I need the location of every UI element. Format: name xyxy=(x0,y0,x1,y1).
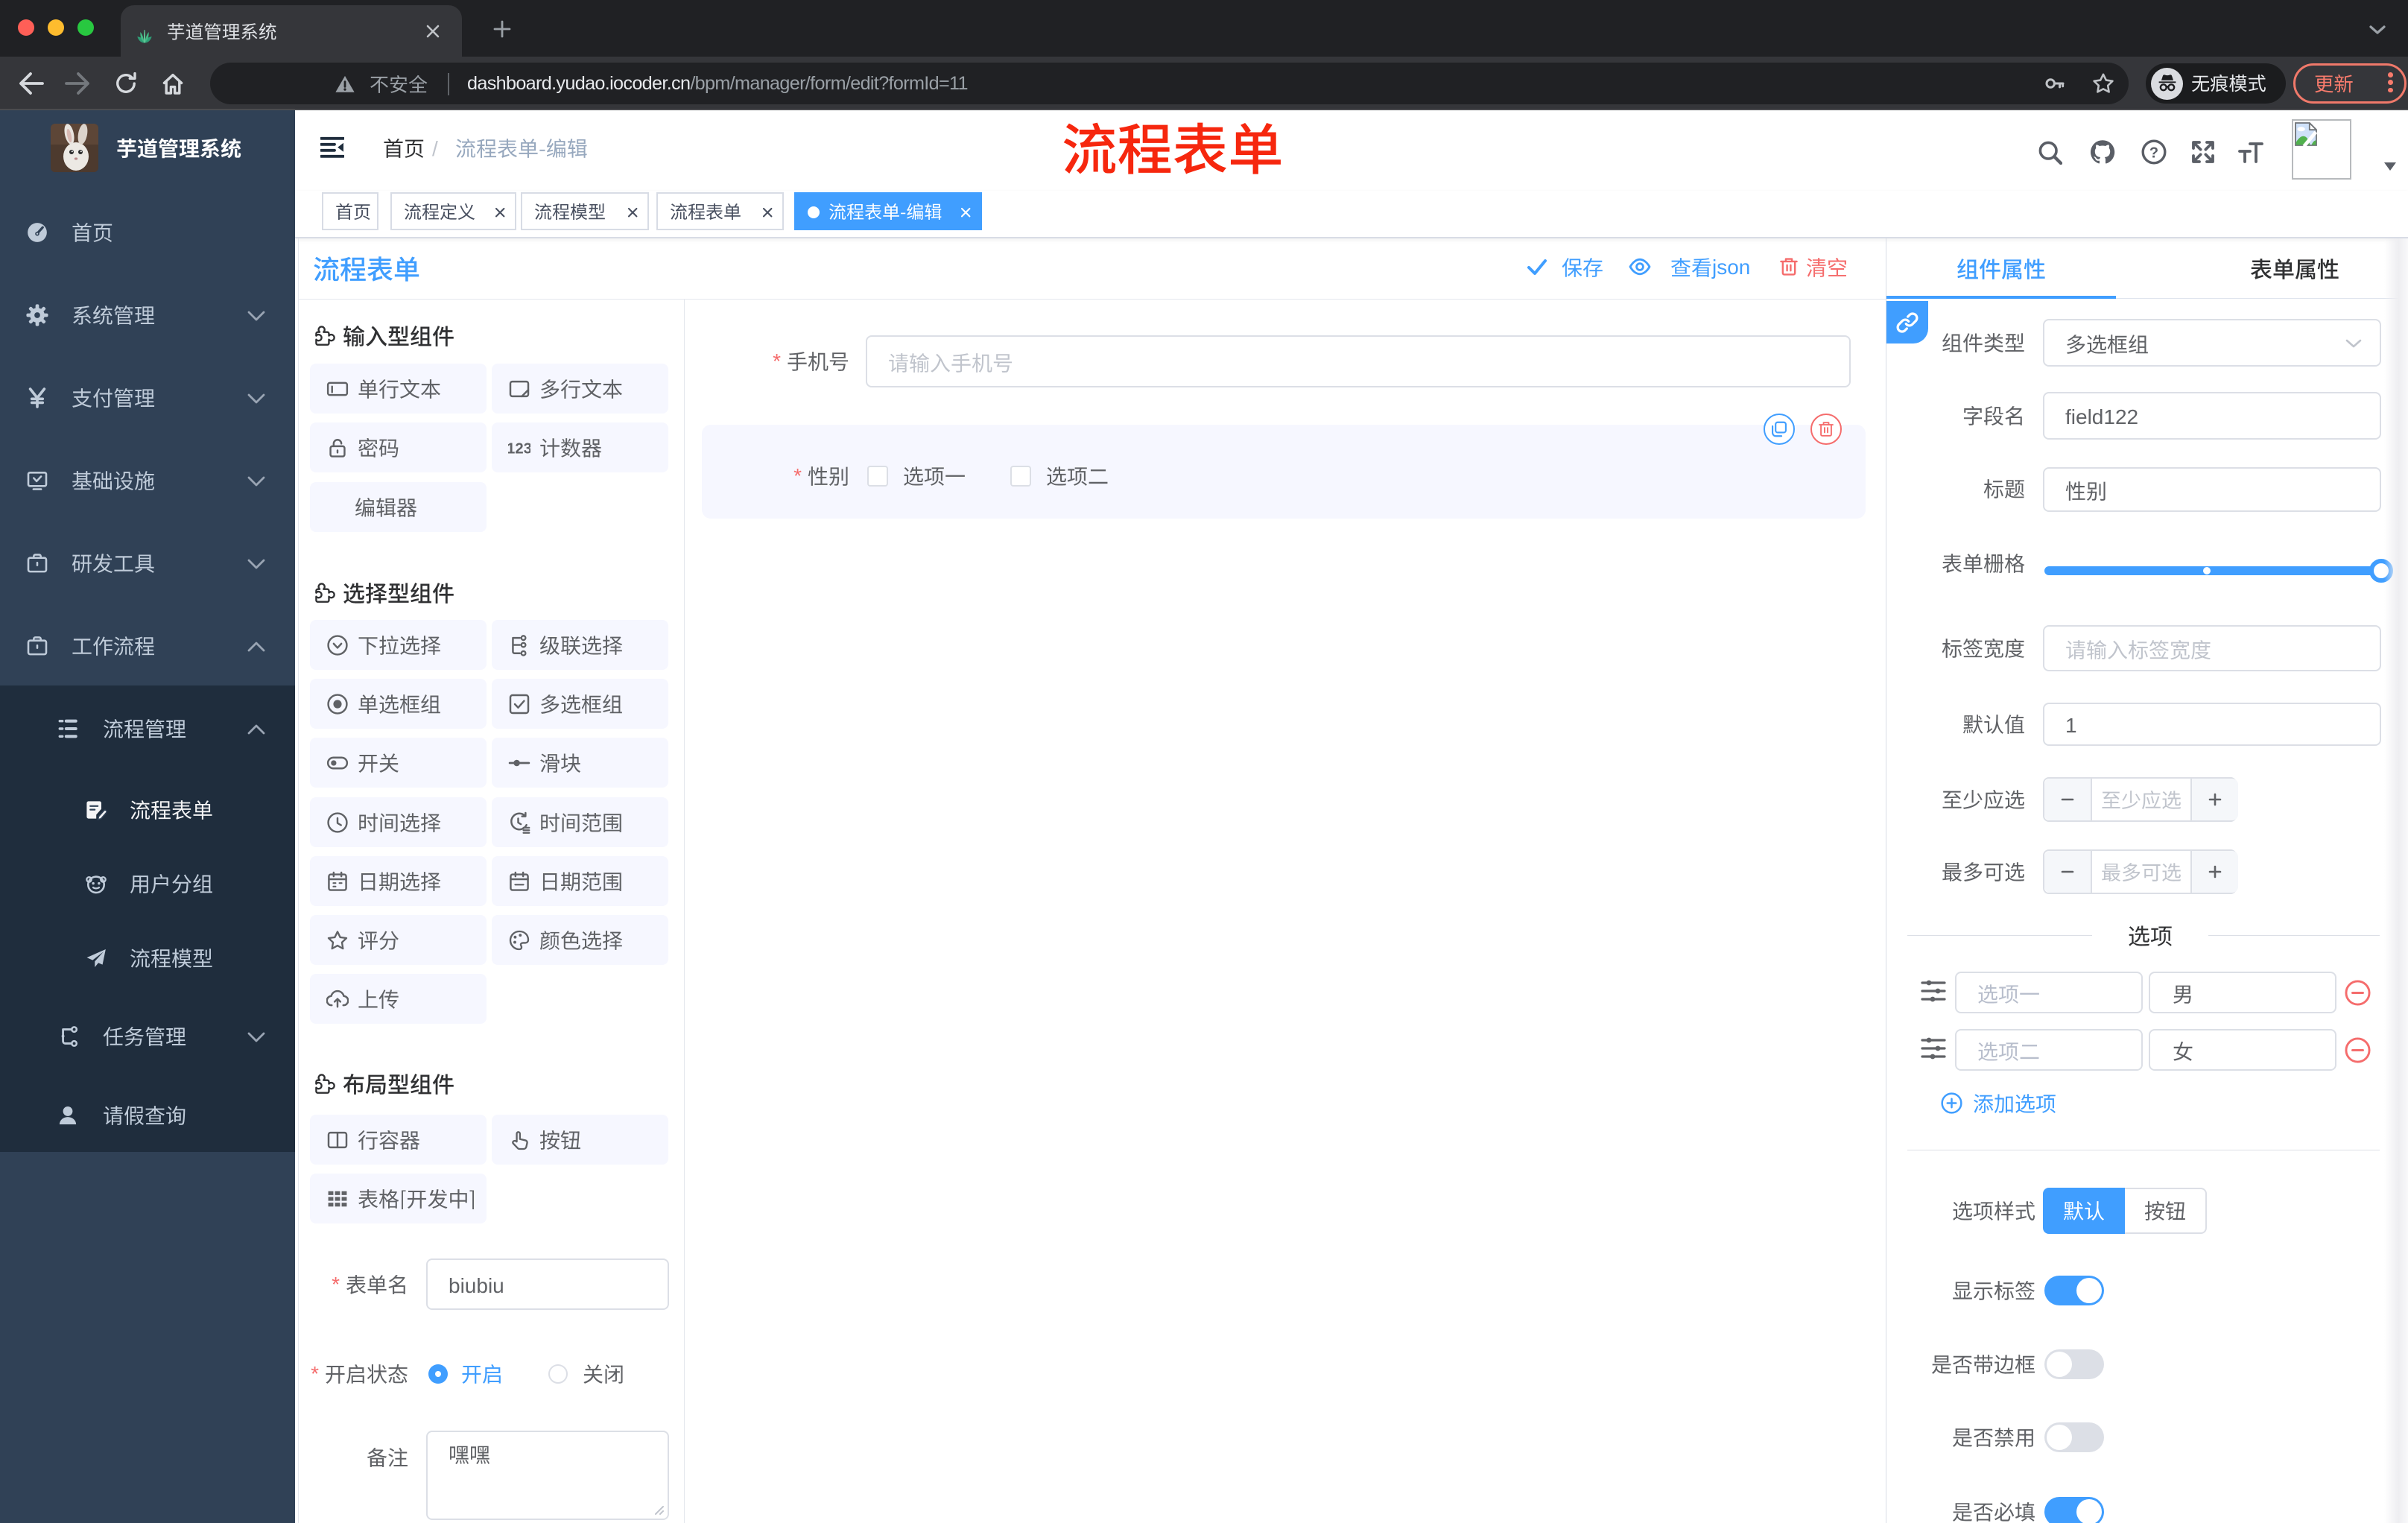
svg-text:123: 123 xyxy=(508,441,530,457)
svg-text:?: ? xyxy=(2149,145,2158,161)
